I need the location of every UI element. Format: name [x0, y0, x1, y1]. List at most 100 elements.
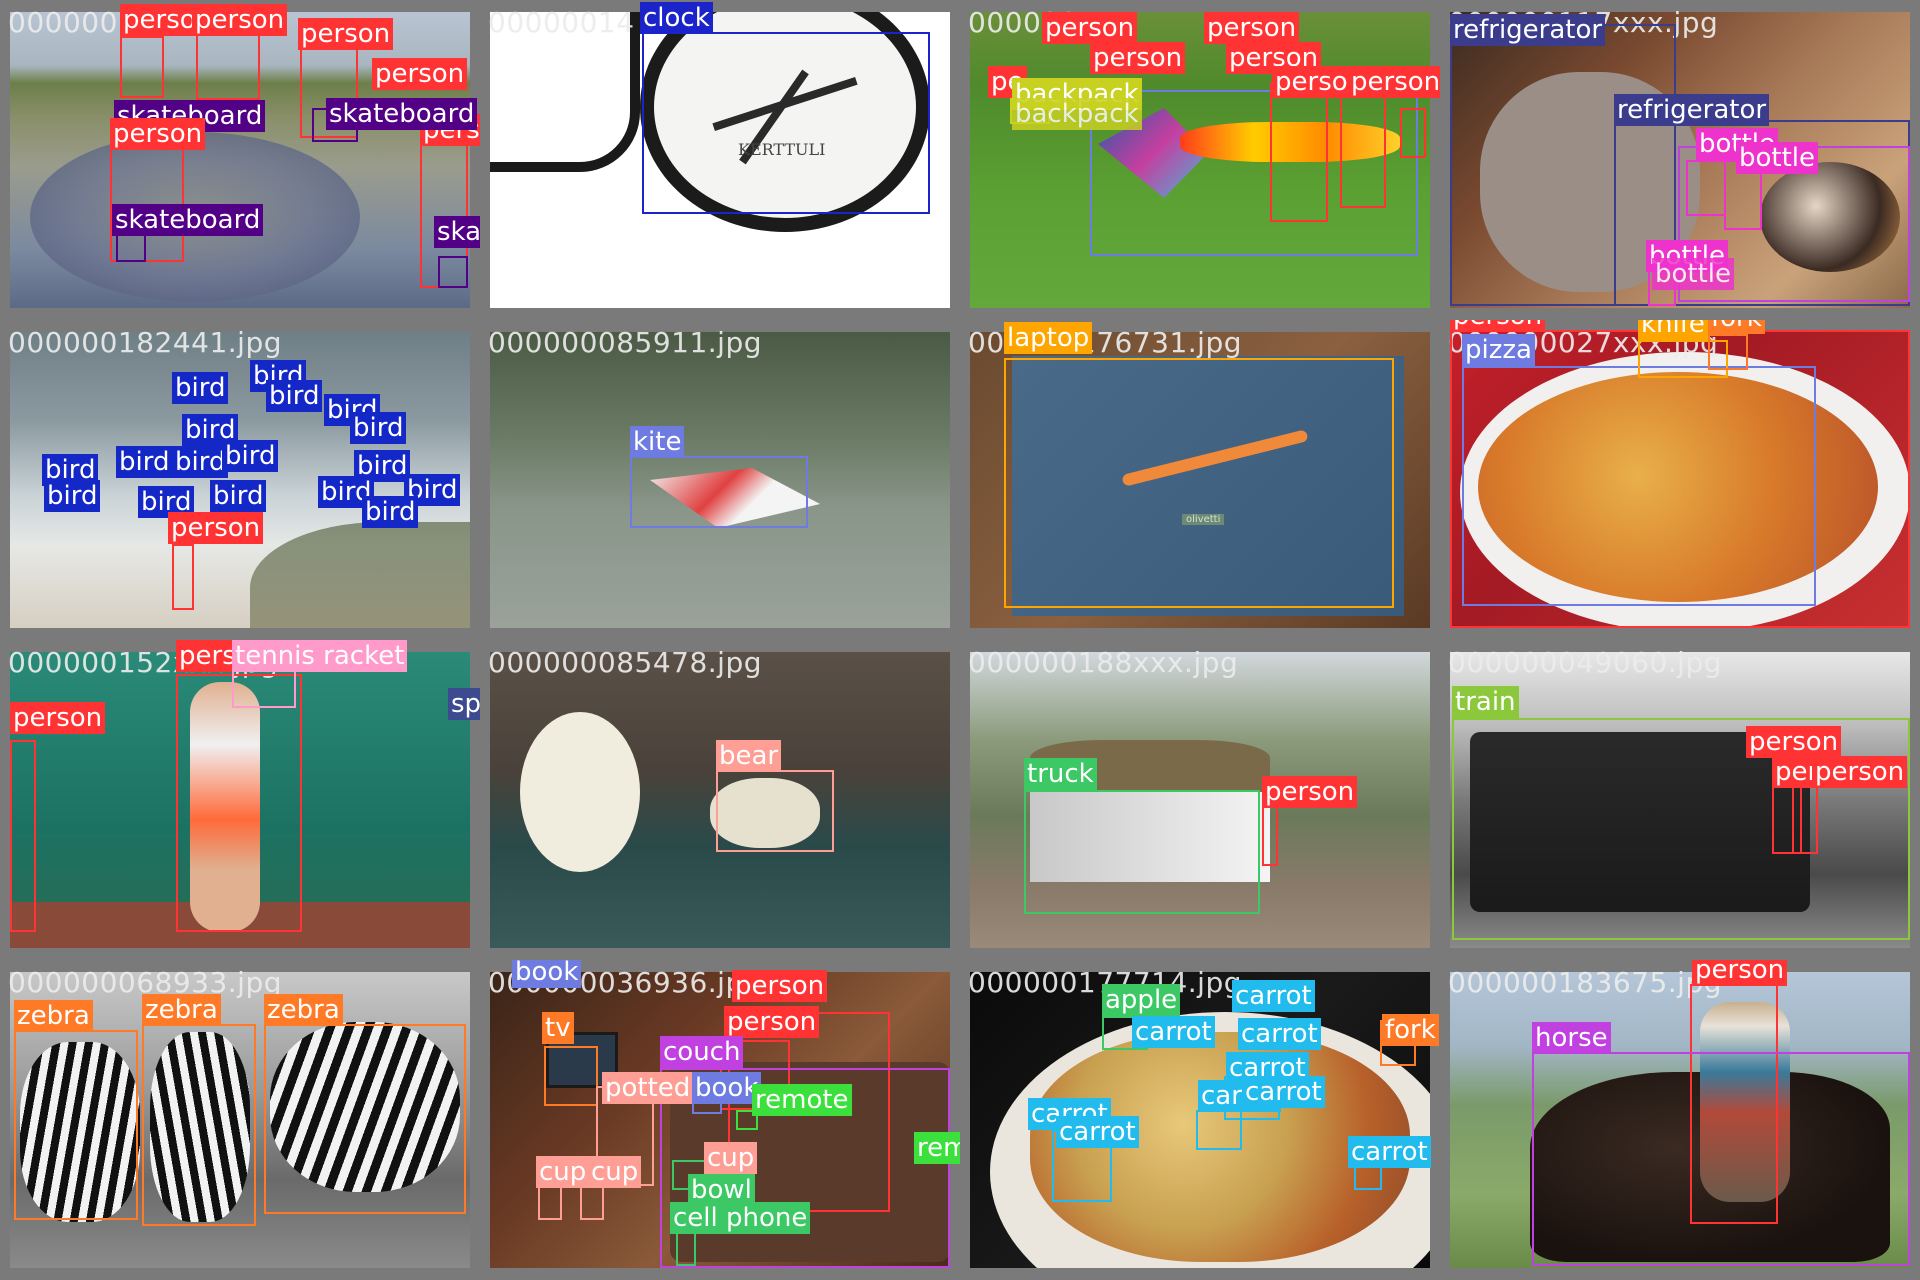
tile-food: 000000177714.jpg apple carrot carrot car…	[960, 960, 1440, 1280]
bbox-zebra	[142, 1024, 256, 1226]
tile-tennis: 000000152xxx.jpg person tennis racket pe…	[0, 640, 480, 960]
bbox-tv	[544, 1046, 598, 1106]
filename: 000000049060.jpg	[1448, 646, 1722, 679]
label-zebra: zebra	[264, 994, 343, 1026]
tile-pizza: 000000027xxx.jpg person pizza knife fork	[1440, 320, 1920, 640]
label-person: person	[298, 18, 394, 50]
label-carrot: carrot	[1348, 1136, 1431, 1168]
label-person: person	[1450, 320, 1546, 332]
label-bird: bird	[210, 480, 267, 512]
label-person: person	[1692, 960, 1788, 986]
label-carrot: carrot	[1232, 980, 1315, 1012]
label-backpack: backpack	[1012, 98, 1142, 130]
label-person: person	[1262, 776, 1358, 808]
bbox-player	[176, 674, 302, 932]
label-horse: horse	[1532, 1022, 1611, 1054]
label-remote: remote	[752, 1084, 852, 1116]
label-person: person	[724, 1006, 820, 1038]
label-carrot: carrot	[1132, 1016, 1215, 1048]
label-bottle: bottle	[1736, 142, 1819, 174]
bbox-horse	[1532, 1052, 1910, 1266]
label-bird: bird	[44, 480, 101, 512]
label-person: person	[192, 4, 288, 36]
filename: 000000182441.jpg	[8, 326, 282, 359]
label-cup: cup	[536, 1156, 590, 1188]
bbox-spectator	[10, 740, 36, 932]
tile-train: 000000049060.jpg train person person per…	[1440, 640, 1920, 960]
label-tennis-racket: tennis racket	[232, 640, 408, 672]
bbox-person	[1450, 330, 1910, 628]
bbox-tennis-racket	[232, 670, 296, 708]
label-skateboard: skateboard	[434, 216, 480, 248]
tile-kite-water: 000000085911.jpg kite	[480, 320, 960, 640]
tile-kitchen: 000000117xxx.jpg refrigerator refrigerat…	[1440, 0, 1920, 320]
bbox-kite	[630, 456, 808, 528]
bbox-skateboard	[438, 256, 468, 288]
label-person: person	[1812, 756, 1908, 788]
label-laptop: laptop	[1004, 322, 1093, 354]
label-sports-ball: sports ball	[448, 688, 480, 720]
dune-grass	[250, 522, 470, 628]
label-carrot: carrot	[1238, 1018, 1321, 1050]
tile-park-kite: 000000 person person person person perso…	[960, 0, 1440, 320]
label-apple: apple	[1102, 984, 1181, 1016]
label-bird: bird	[172, 372, 229, 404]
label-cup: cup	[704, 1142, 758, 1174]
tile-truck: 000000188xxx.jpg truck person	[960, 640, 1440, 960]
label-person: person	[372, 58, 468, 90]
label-train: train	[1452, 686, 1519, 718]
detection-mosaic: 000000 person person person person perso…	[0, 0, 1920, 1280]
bbox-carrot	[1196, 1110, 1242, 1150]
label-person: person	[1042, 12, 1138, 44]
bbox-zebra	[264, 1024, 466, 1214]
label-tv: tv	[542, 1012, 574, 1044]
label-skateboard: skateboard	[112, 204, 264, 236]
filename: 000000183675.jpg	[1448, 966, 1722, 999]
bbox-person	[1270, 82, 1328, 222]
label-refrigerator: refrigerator	[1450, 14, 1606, 46]
label-kite: kite	[630, 426, 685, 458]
bbox-person	[1400, 108, 1426, 158]
label-person: person	[1348, 66, 1440, 98]
label-person: person	[10, 702, 106, 734]
bbox-clock	[642, 32, 930, 214]
filename: 00000014	[488, 6, 635, 39]
bear-paw	[520, 712, 640, 872]
label-remote: remote	[914, 1132, 960, 1164]
label-bird: bird	[266, 380, 323, 412]
label-potted-plant: potted	[602, 1072, 694, 1104]
bbox-skateboard	[116, 234, 146, 262]
label-fork: fork	[1382, 1014, 1439, 1046]
label-refrigerator: refrigerator	[1614, 94, 1770, 126]
tile-birds-beach: 000000182441.jpg bird bird bird bird bir…	[0, 320, 480, 640]
filename: 000000	[8, 6, 118, 39]
bbox-bottle	[1686, 160, 1726, 216]
label-carrot: carrot	[1242, 1076, 1325, 1108]
label-book: book	[512, 960, 582, 988]
bbox-person	[172, 544, 194, 610]
tile-clock: KERTTULI 00000014 clock	[480, 0, 960, 320]
bbox-person	[1262, 806, 1278, 866]
label-person: person	[168, 512, 264, 544]
label-bird: bird	[362, 496, 419, 528]
bbox-person	[1340, 96, 1386, 208]
label-zebra: zebra	[14, 1000, 93, 1032]
filename: 000000085478.jpg	[488, 646, 762, 679]
tile-polar-bear: 000000085478.jpg bear	[480, 640, 960, 960]
label-person: person	[1090, 42, 1186, 74]
label-bird: bird	[350, 412, 407, 444]
label-couch: couch	[660, 1036, 744, 1068]
bbox-train	[1452, 718, 1910, 940]
tile-zebras: 000000068933.jpg zebra zebra zebra	[0, 960, 480, 1280]
label-book: book	[692, 1072, 762, 1104]
label-bear: bear	[716, 740, 782, 772]
label-cup: cup	[588, 1156, 642, 1188]
label-knife: knife	[1638, 320, 1708, 340]
label-bottle: bottle	[1652, 258, 1735, 290]
bbox-person	[120, 36, 164, 98]
label-bird: bird	[116, 446, 173, 478]
bbox-person	[196, 30, 260, 100]
bbox-bear	[716, 770, 834, 852]
bbox-zebra	[14, 1030, 138, 1220]
label-clock: clock	[640, 2, 713, 34]
